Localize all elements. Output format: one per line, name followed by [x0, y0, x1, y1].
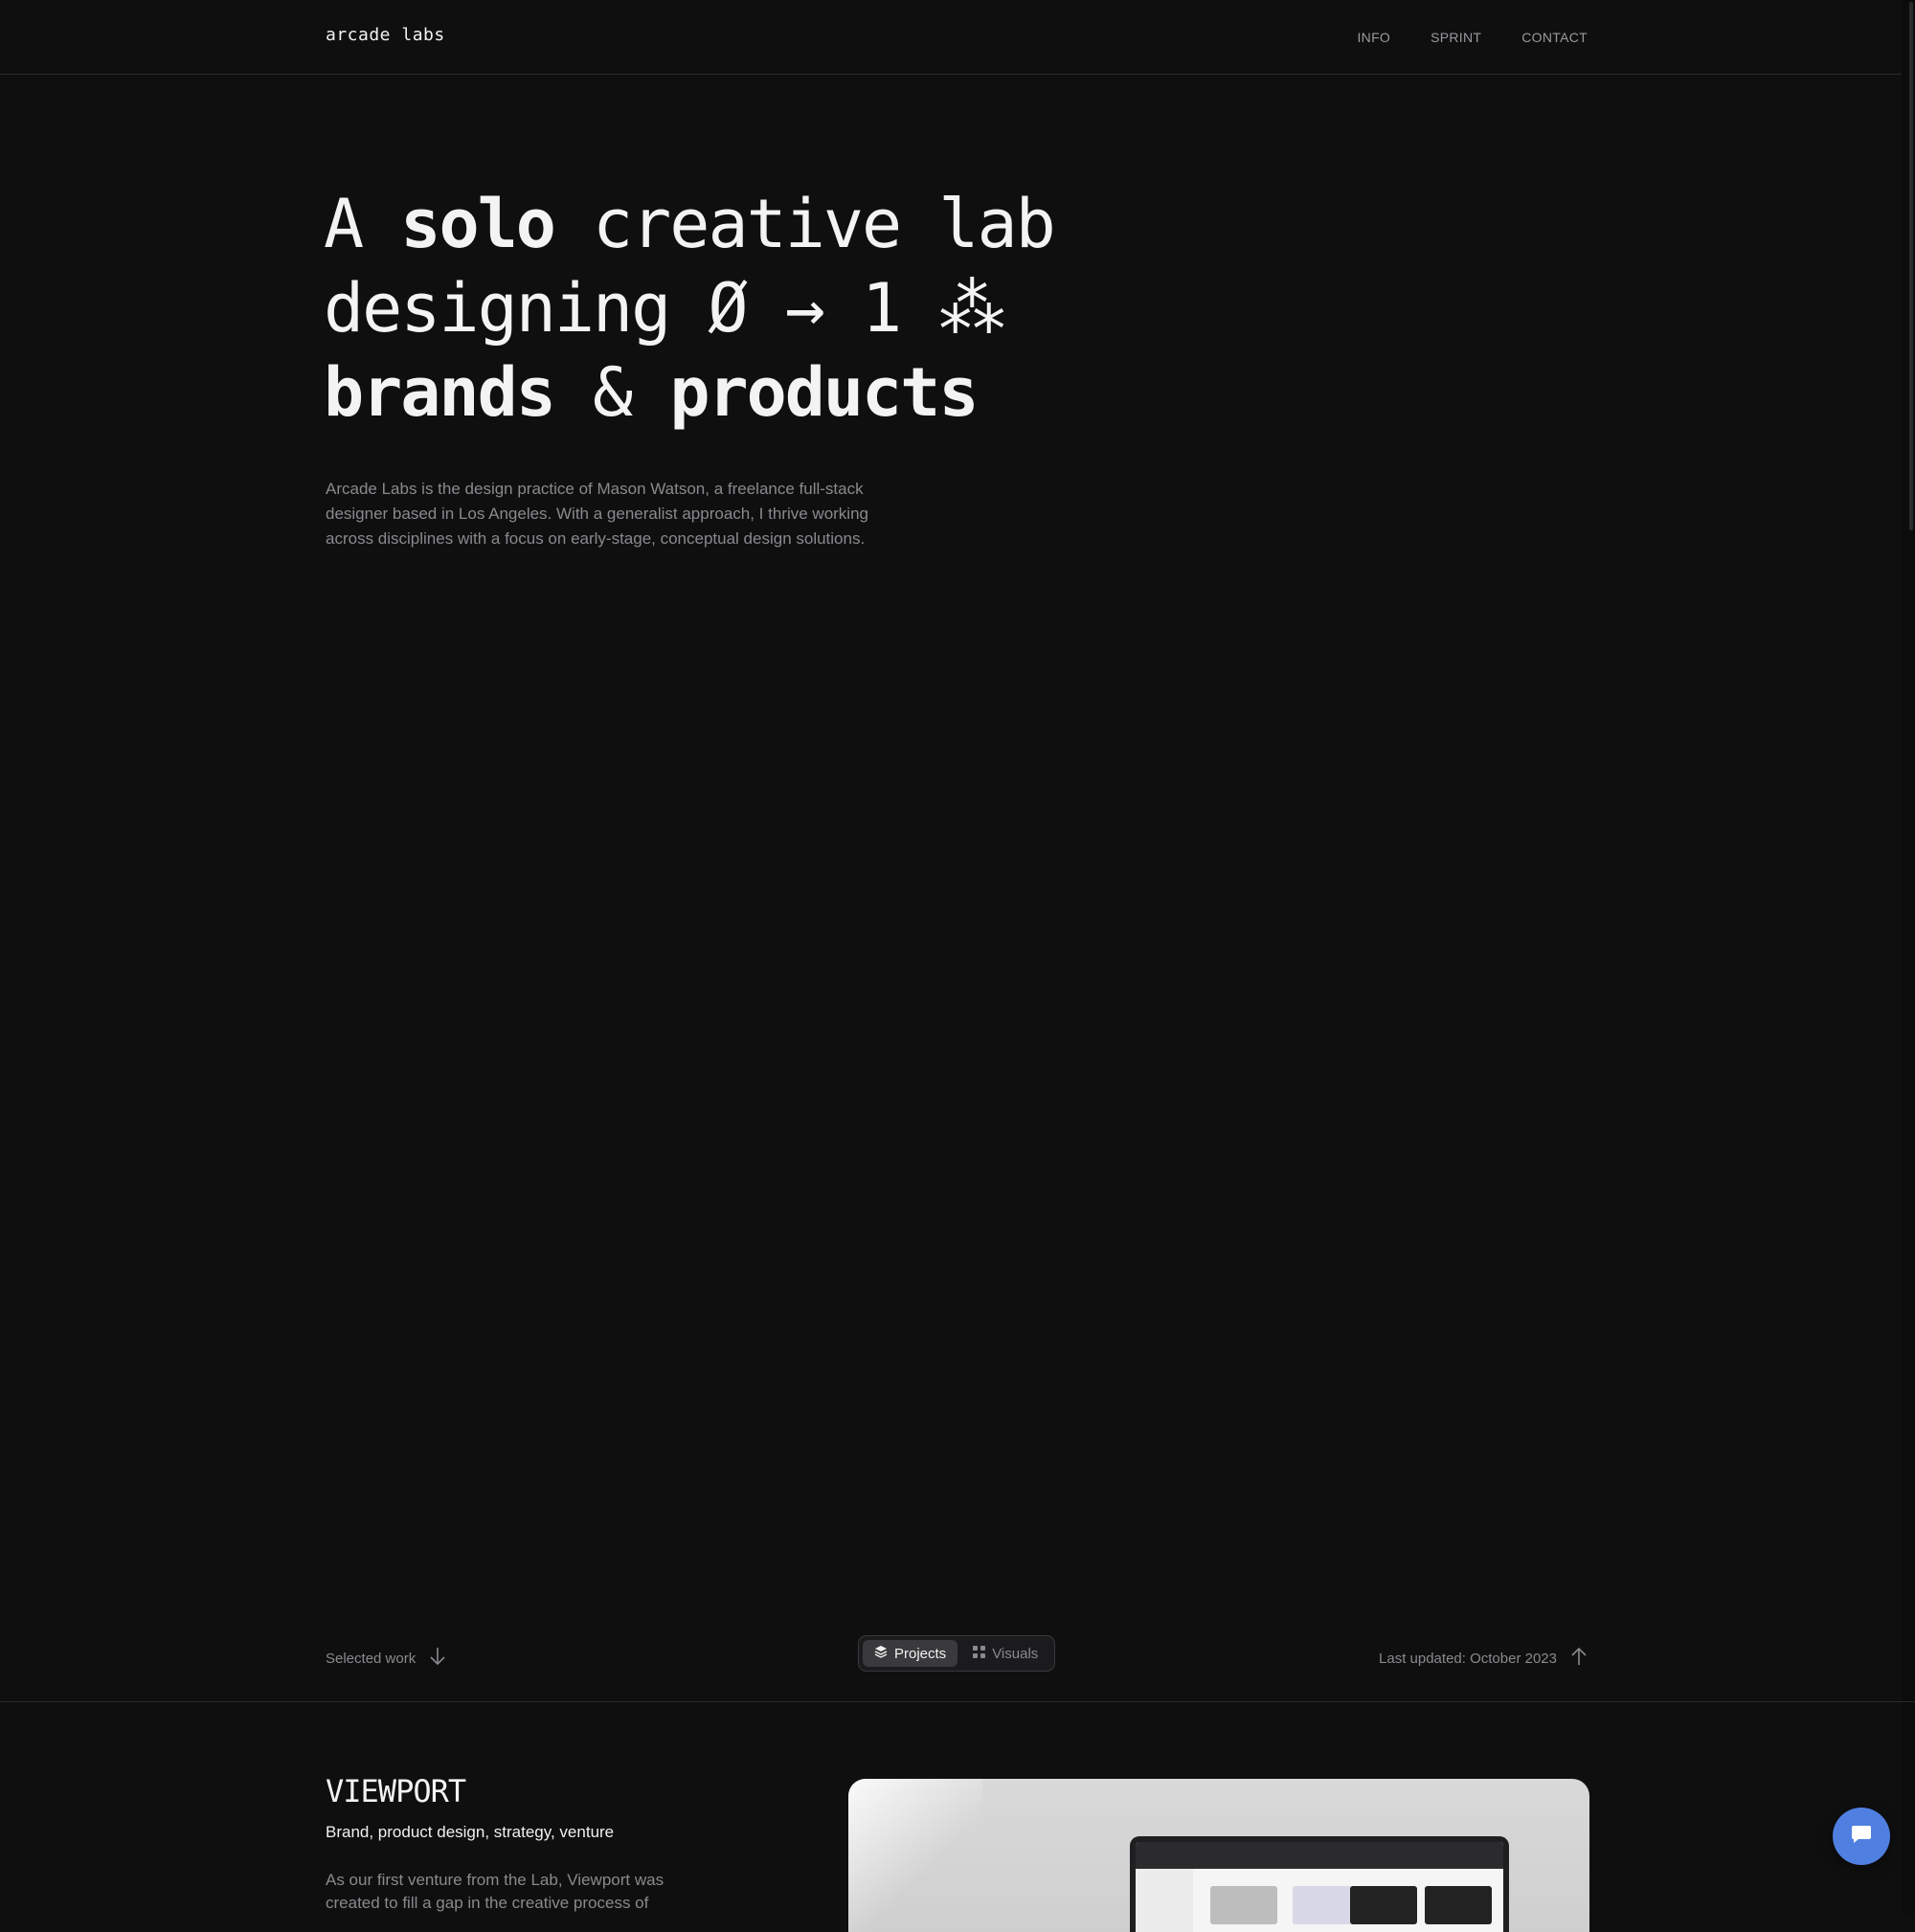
tab-visuals[interactable]: Visuals — [961, 1640, 1049, 1667]
headline-emphasis-products: products — [669, 353, 979, 432]
grid-icon — [973, 1645, 986, 1662]
nav-contact-link[interactable]: CONTACT — [1521, 30, 1588, 45]
tab-projects[interactable]: Projects — [863, 1640, 958, 1667]
headline-line-3: brands & products — [324, 350, 1054, 435]
headline-text: A — [324, 185, 401, 263]
headline-emphasis-brands: brands — [324, 353, 556, 432]
selected-work-label[interactable]: Selected work — [326, 1647, 446, 1670]
view-toggle: Projects Visuals — [858, 1635, 1055, 1672]
chat-button[interactable] — [1833, 1808, 1890, 1865]
nav-info-link[interactable]: INFO — [1357, 30, 1390, 45]
laptop-screen — [1136, 1842, 1503, 1932]
hero-headline: A solo creative lab designing Ø → 1 ⁂ br… — [324, 182, 1056, 435]
last-updated-text: Last updated: October 2023 — [1379, 1650, 1557, 1667]
last-updated[interactable]: Last updated: October 2023 — [1379, 1647, 1588, 1670]
laptop-card — [1210, 1886, 1277, 1924]
project-title[interactable]: VIEWPORT — [326, 1773, 466, 1809]
project-image[interactable] — [848, 1779, 1589, 1932]
laptop-mockup — [1130, 1836, 1509, 1932]
hero-intro: Arcade Labs is the design practice of Ma… — [326, 480, 868, 548]
tab-visuals-label: Visuals — [992, 1645, 1039, 1662]
laptop-card — [1425, 1886, 1492, 1924]
headline-emphasis-solo: solo — [400, 185, 556, 263]
site-header: arcade labs INFO SPRINT CONTACT — [0, 0, 1915, 75]
layers-icon — [874, 1645, 888, 1662]
project-description: As our first venture from the Lab, Viewp… — [326, 1871, 665, 1912]
laptop-sidebar — [1136, 1869, 1193, 1932]
site-logo[interactable]: arcade labs — [326, 25, 445, 45]
scrollbar-thumb[interactable] — [1909, 2, 1913, 530]
scrollbar-track[interactable] — [1902, 0, 1915, 1915]
arrow-down-icon — [429, 1647, 446, 1670]
arrow-up-icon — [1570, 1647, 1588, 1670]
headline-ampersand: & — [553, 353, 670, 432]
headline-line-2: designing Ø → 1 ⁂ — [324, 269, 1005, 348]
nav-sprint-link[interactable]: SPRINT — [1431, 30, 1481, 45]
light-reflection — [848, 1779, 982, 1932]
tab-projects-label: Projects — [894, 1645, 947, 1662]
work-filter-bar: Selected work Projects Visuals Last upda… — [0, 1634, 1915, 1702]
selected-work-text: Selected work — [326, 1650, 417, 1667]
main-nav: INFO SPRINT CONTACT — [1357, 30, 1588, 45]
project-tags: Brand, product design, strategy, venture — [326, 1823, 615, 1841]
headline-line-1: A solo creative lab — [324, 182, 1056, 266]
laptop-card — [1350, 1886, 1417, 1924]
chat-bubble-icon — [1850, 1823, 1873, 1850]
laptop-browser-bar — [1136, 1842, 1503, 1869]
headline-text: creative lab — [553, 185, 1056, 263]
